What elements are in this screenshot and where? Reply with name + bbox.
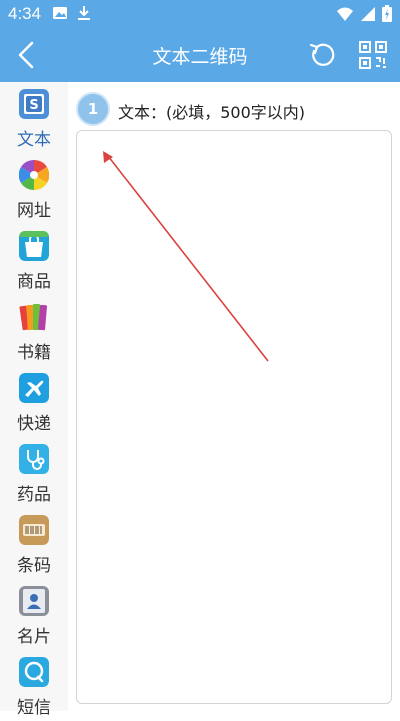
sidebar-item-label: 条码: [17, 556, 51, 576]
shopping-bag-icon: [19, 231, 49, 261]
sidebar-item-card[interactable]: 名片: [0, 579, 68, 650]
svg-text:S: S: [29, 98, 38, 113]
step-badge: 1: [78, 94, 108, 124]
sidebar-item-medicine[interactable]: 药品: [0, 437, 68, 508]
battery-icon: [382, 5, 392, 22]
sidebar-item-barcode[interactable]: 条码: [0, 508, 68, 579]
sidebar-item-express[interactable]: 快递: [0, 366, 68, 437]
text-input[interactable]: [76, 130, 392, 704]
sidebar-item-books[interactable]: 书籍: [0, 295, 68, 366]
sidebar-item-label: 书籍: [17, 343, 51, 363]
qr-code-icon: [359, 41, 387, 69]
generate-qr-button[interactable]: [358, 40, 388, 70]
sidebar-item-text[interactable]: S 文本: [0, 82, 68, 153]
text-form: 1 文本：(必填，500字以内): [68, 82, 400, 711]
status-left-icons: [52, 5, 92, 21]
app-bar: 文本二维码: [0, 28, 400, 82]
sidebar-item-label: 快递: [17, 414, 51, 434]
sidebar-item-url[interactable]: 网址: [0, 153, 68, 224]
books-icon: [19, 304, 48, 331]
sidebar-item-label: 名片: [17, 627, 51, 647]
pinwheel-icon: [19, 160, 49, 190]
download-icon: [78, 6, 90, 20]
status-right-icons: [336, 5, 392, 22]
message-icon: [19, 657, 49, 687]
text-field-label: 文本：(必填，500字以内): [118, 103, 306, 122]
image-icon: [53, 7, 67, 19]
status-bar: 4:34: [0, 0, 400, 28]
sidebar-item-label: 网址: [17, 201, 51, 221]
barcode-icon: [19, 515, 49, 545]
sidebar-item-label: 短信: [17, 698, 51, 718]
sidebar: S 文本 网址 商品 书籍 快递 药品 条码 名片 短信: [0, 82, 69, 718]
stethoscope-icon: [19, 444, 49, 474]
sidebar-item-label: 文本: [17, 130, 51, 150]
text-doc-icon: S: [19, 89, 49, 119]
airplane-icon: [19, 373, 49, 403]
sidebar-item-sms[interactable]: 短信: [0, 650, 68, 721]
wifi-icon: [337, 7, 353, 21]
refresh-button[interactable]: [308, 40, 338, 70]
signal-icon: [361, 6, 375, 21]
sidebar-item-label: 商品: [17, 272, 51, 292]
status-time: 4:34: [8, 4, 42, 23]
contact-card-icon: [19, 586, 49, 616]
refresh-icon: [309, 43, 335, 66]
sidebar-item-label: 药品: [17, 485, 51, 505]
page-title: 文本二维码: [152, 46, 248, 68]
sidebar-item-goods[interactable]: 商品: [0, 224, 68, 295]
